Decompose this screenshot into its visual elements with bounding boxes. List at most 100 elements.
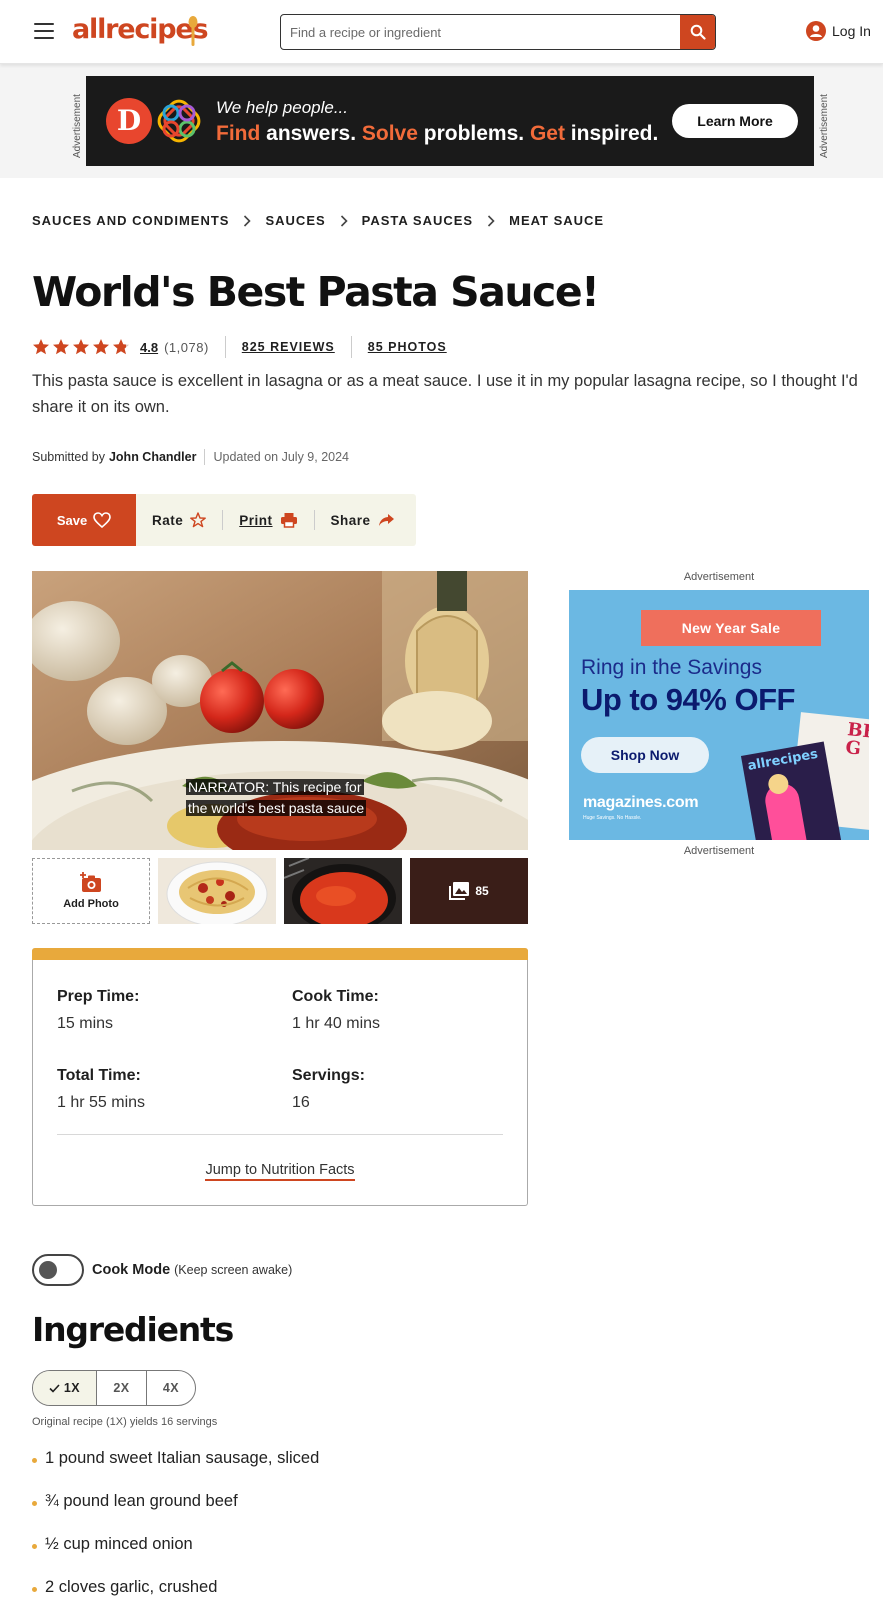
top-ad-banner[interactable]: D We help people... Find answers. Solve … [86, 76, 814, 166]
user-icon [806, 21, 826, 41]
sauce-pan-photo [284, 858, 402, 924]
search-button[interactable] [680, 15, 715, 49]
ad-ribbon: New Year Sale [641, 610, 821, 646]
cook-mode: Cook Mode (Keep screen awake) [32, 1254, 292, 1286]
breadcrumb: SAUCES AND CONDIMENTS SAUCES PASTA SAUCE… [32, 213, 604, 228]
share-arrow-icon [378, 514, 394, 526]
rating-value[interactable]: 4.8 [140, 340, 158, 355]
add-photo-button[interactable]: Add Photo [32, 858, 150, 924]
total-time-value: 1 hr 55 mins [57, 1094, 146, 1111]
scale-2x-button[interactable]: 2X [96, 1371, 146, 1405]
photos-link[interactable]: 85 PHOTOS [368, 340, 447, 354]
magazines-brand: magazines.com [583, 794, 699, 811]
rating-row: 4.8 (1,078) 825 REVIEWS 85 PHOTOS [32, 336, 447, 358]
print-label: Print [239, 512, 273, 528]
divider [224, 336, 226, 358]
heart-icon [93, 512, 111, 528]
cook-time-value: 1 hr 40 mins [292, 1015, 381, 1032]
byline: Submitted by John Chandler Updated on Ju… [32, 449, 349, 465]
printer-icon [280, 513, 297, 528]
ad-label-left: Advertisement [72, 94, 83, 158]
cook-time-label: Cook Time: [292, 988, 379, 1005]
magazine-cover-front: allrecipes [740, 741, 842, 840]
servings-value: 16 [292, 1094, 310, 1111]
star-icon [113, 339, 129, 355]
magazine-title: allrecipes [746, 746, 820, 774]
reviews-link[interactable]: 825 REVIEWS [242, 340, 335, 354]
breadcrumb-item[interactable]: PASTA SAUCES [362, 213, 473, 228]
breadcrumb-item[interactable]: MEAT SAUCE [509, 213, 604, 228]
top-ad-container: Advertisement Advertisement D We help pe… [0, 64, 883, 178]
ingredient-item: 1 pound sweet Italian sausage, sliced [32, 1449, 319, 1492]
ad-headline: Find answers. Solve problems. Get inspir… [216, 122, 659, 145]
star-outline-icon [190, 512, 207, 528]
star-icon [33, 339, 49, 355]
total-time-label: Total Time: [57, 1067, 141, 1084]
rate-button[interactable]: Rate [136, 512, 222, 528]
recipe-video[interactable]: NARRATOR: This recipe for the world's be… [32, 571, 528, 850]
photo-thumbnails: Add Photo 85 [32, 858, 528, 924]
more-photos-count: 85 [475, 884, 489, 898]
magazine-bhg: BH G [844, 719, 869, 760]
ingredient-item: ½ cup minced onion [32, 1535, 319, 1578]
check-icon [49, 1383, 60, 1393]
star-icon [73, 339, 89, 355]
recipe-description: This pasta sauce is excellent in lasagna… [32, 372, 858, 416]
star-icon [53, 339, 69, 355]
ad-line-1: Ring in the Savings [581, 656, 762, 679]
ad-label-right: Advertisement [819, 94, 830, 158]
star-icon [93, 339, 109, 355]
save-label: Save [56, 512, 88, 528]
search-icon [690, 24, 706, 40]
add-camera-icon [80, 872, 101, 892]
prep-time-label: Prep Time: [57, 988, 140, 1005]
ingredient-item: 2 cloves garlic, crushed [32, 1578, 319, 1600]
submitted-by-label: Submitted by [32, 450, 105, 464]
recipe-details-card: Prep Time: 15 mins Cook Time: 1 hr 40 mi… [32, 948, 528, 1206]
print-button[interactable]: Print [223, 512, 313, 528]
photo-thumbnail[interactable] [158, 858, 276, 924]
search-input[interactable] [281, 15, 681, 49]
ingredients-title: Ingredients [32, 1310, 234, 1349]
photo-thumbnail[interactable] [284, 858, 402, 924]
scale-4x-button[interactable]: 4X [146, 1371, 195, 1405]
ingredient-item: ¾ pound lean ground beef [32, 1492, 319, 1535]
star-rating[interactable] [32, 338, 130, 356]
divider [204, 449, 206, 465]
caption-line-1: NARRATOR: This recipe for [186, 779, 364, 795]
breadcrumb-item[interactable]: SAUCES AND CONDIMENTS [32, 213, 229, 228]
chevron-right-icon [488, 214, 495, 227]
menu-icon[interactable] [34, 23, 54, 39]
updated-date: Updated on July 9, 2024 [213, 450, 350, 464]
cook-mode-label: Cook Mode [92, 1262, 171, 1278]
learn-more-button[interactable]: Learn More [672, 104, 798, 138]
dotdash-logo: D [106, 98, 152, 144]
spoon-logo-icon [188, 16, 198, 46]
save-button[interactable]: Save [32, 494, 136, 546]
yield-note: Original recipe (1X) yields 16 servings [32, 1416, 218, 1428]
magazines-ad[interactable]: New Year Sale Ring in the Savings Up to … [569, 590, 869, 840]
card-accent-bar [32, 948, 528, 960]
shop-now-button[interactable]: Shop Now [581, 737, 709, 773]
more-photos-button[interactable]: 85 [410, 858, 528, 924]
prep-time-value: 15 mins [57, 1015, 114, 1032]
toggle-knob [39, 1261, 57, 1279]
ad-label-top: Advertisement [683, 571, 755, 583]
chevron-right-icon [340, 214, 348, 227]
share-button[interactable]: Share [315, 513, 411, 528]
site-header: allrecipes Log In [0, 0, 883, 64]
cook-mode-toggle[interactable] [32, 1254, 84, 1286]
divider [57, 1134, 503, 1135]
jump-label: Jump to Nutrition Facts [205, 1162, 355, 1181]
scale-1x-button[interactable]: 1X [33, 1371, 96, 1405]
chevron-right-icon [244, 214, 252, 227]
search-box [280, 14, 716, 50]
author-link[interactable]: John Chandler [109, 450, 197, 464]
breadcrumb-item[interactable]: SAUCES [265, 213, 325, 228]
login-link[interactable]: Log In [806, 21, 871, 41]
gallery-icon [449, 882, 470, 900]
ad-tagline: We help people... [216, 98, 348, 117]
knot-logo-icon [157, 99, 201, 143]
jump-to-nutrition-link[interactable]: Jump to Nutrition Facts [33, 1162, 527, 1181]
ingredients-list: 1 pound sweet Italian sausage, sliced ¾ … [32, 1449, 319, 1600]
